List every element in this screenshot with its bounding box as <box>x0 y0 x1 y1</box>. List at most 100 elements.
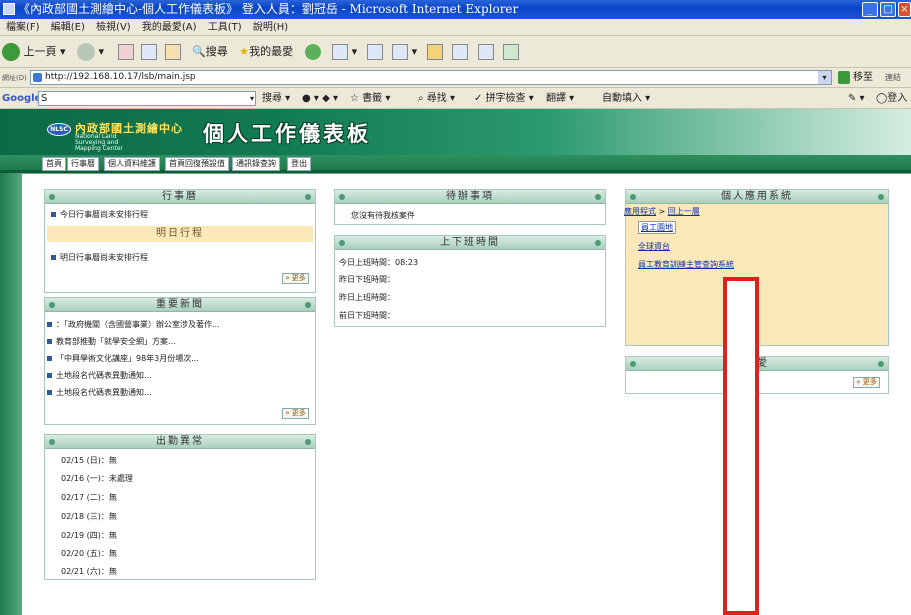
home-button[interactable] <box>164 36 181 68</box>
search-icon: 🔍 <box>192 45 206 58</box>
app-link-staff-garden[interactable]: 員工園地 <box>638 221 676 234</box>
minimize-button[interactable]: _ <box>862 2 878 17</box>
panel-collapse-icon[interactable] <box>49 302 55 308</box>
google-search-button[interactable]: 搜尋 ▾ <box>262 88 290 109</box>
mail-button[interactable]: ▾ <box>332 36 357 68</box>
site-banner: NLSC 內政部國土測繪中心 National Land Surveying a… <box>0 109 911 155</box>
panel-close-icon[interactable] <box>595 194 601 200</box>
breadcrumb-up-link[interactable]: 回上一層 <box>668 207 700 216</box>
maximize-button[interactable]: □ <box>880 2 896 17</box>
go-button[interactable]: 移至 <box>853 68 873 88</box>
panel-close-icon[interactable] <box>305 439 311 445</box>
favorites-button[interactable]: ★我的最愛 <box>239 36 293 68</box>
google-bookmarks-button[interactable]: ☆ 書籤 ▾ <box>350 88 390 109</box>
print-button[interactable] <box>366 36 383 68</box>
print-icon <box>366 44 383 60</box>
calendar-today-row: 今日行事曆尚未安排行程 <box>51 209 148 220</box>
menu-help[interactable]: 說明(H) <box>253 22 288 33</box>
calendar-tomorrow-row: 明日行事曆尚未安排行程 <box>51 252 148 263</box>
google-signin-button[interactable]: ◯登入 <box>876 88 907 109</box>
folder-button[interactable] <box>426 36 443 68</box>
nlsc-logo: NLSC <box>47 123 71 136</box>
window-title-bar: 《內政部國土測繪中心-個人工作儀表板》 登入人員：劉冠岳 - Microsoft… <box>0 0 911 19</box>
calendar-more-button[interactable]: » 更多 <box>282 273 309 284</box>
app-link-training[interactable]: 員工教育訓練主管查詢系統 <box>638 259 734 270</box>
nav-logout[interactable]: 登出 <box>287 157 311 171</box>
panel-close-icon[interactable] <box>595 240 601 246</box>
google-signin-label: 登入 <box>887 93 908 104</box>
google-translate-label: 翻譯 <box>546 93 566 104</box>
news-more-button[interactable]: » 更多 <box>282 408 309 419</box>
panel-close-icon[interactable] <box>305 194 311 200</box>
panel-collapse-icon[interactable] <box>630 361 636 367</box>
news-item[interactable]: ：「政府機關（含國營事業）辦公室涉及著作... <box>47 319 220 330</box>
forward-button[interactable]: ▾ <box>77 36 104 68</box>
menu-tools[interactable]: 工具(T) <box>208 22 242 33</box>
nav-reset-home[interactable]: 首頁回復預設值 <box>165 157 229 171</box>
breadcrumb-separator: > <box>658 207 666 216</box>
history-icon <box>304 44 321 60</box>
attendance-row: 02/17 (二)：無 <box>61 493 117 502</box>
news-item[interactable]: 「中興學術文化講座」98年3月份場次... <box>47 353 199 364</box>
research-icon <box>477 44 494 60</box>
messenger-button[interactable] <box>503 36 520 68</box>
go-arrow-icon[interactable] <box>838 71 850 84</box>
nav-home[interactable]: 首頁 <box>42 157 66 171</box>
search-button[interactable]: 🔍搜尋 <box>192 36 228 68</box>
google-search-input[interactable]: S ▾ <box>38 91 256 106</box>
google-autofill-button[interactable]: 自動填入 ▾ <box>602 88 650 109</box>
menu-view[interactable]: 檢視(V) <box>96 22 131 33</box>
google-logo[interactable]: Google <box>2 88 41 109</box>
menu-favorites[interactable]: 我的最愛(A) <box>142 22 197 33</box>
refresh-button[interactable] <box>141 36 158 68</box>
red-highlight-box <box>723 277 759 615</box>
refresh-icon <box>141 44 158 60</box>
google-spellcheck-button[interactable]: ✓ 拼字檢查 ▾ <box>474 88 534 109</box>
panel-collapse-icon[interactable] <box>49 194 55 200</box>
back-arrow-icon <box>2 43 20 61</box>
panel-close-icon[interactable] <box>305 302 311 308</box>
page-button[interactable] <box>452 36 469 68</box>
google-settings-icon[interactable]: ✎ ▾ <box>848 88 865 109</box>
worktime-row: 今日上班時間：08:23 <box>339 258 419 267</box>
worktime-header: 上下班時間 <box>335 236 605 250</box>
address-input[interactable]: http://192.168.10.17/lsb/main.jsp ▾ <box>30 70 832 85</box>
edit-button[interactable]: ▾ <box>392 36 417 68</box>
menu-edit[interactable]: 編輯(E) <box>51 22 85 33</box>
research-button[interactable] <box>477 36 494 68</box>
bullet-icon <box>47 356 52 361</box>
nav-profile[interactable]: 個人資料維護 <box>104 157 160 171</box>
menu-file[interactable]: 檔案(F) <box>6 22 40 33</box>
app-link-label: 員工園地 <box>641 223 673 232</box>
panel-collapse-icon[interactable] <box>49 439 55 445</box>
panel-close-icon[interactable] <box>878 194 884 200</box>
nav-calendar[interactable]: 行事曆 <box>67 157 99 171</box>
stop-button[interactable] <box>117 36 134 68</box>
attendance-panel: 出勤異常 02/15 (日)：無 02/16 (一)：未處理 02/17 (二)… <box>44 434 316 580</box>
panel-close-icon[interactable] <box>878 361 884 367</box>
star-icon: ★ <box>239 45 250 58</box>
google-search-dropdown-icon[interactable]: ▾ <box>250 92 254 105</box>
close-button[interactable]: × <box>898 2 911 17</box>
back-button[interactable]: 上一頁 ▾ <box>2 36 66 68</box>
breadcrumb-root-link[interactable]: 應用程式 <box>624 207 656 216</box>
more-label: 更多 <box>291 409 306 417</box>
history-button[interactable] <box>304 36 321 68</box>
app-link-global[interactable]: 全球資台 <box>638 241 670 252</box>
google-extra-button[interactable]: ● ▾ ◆ ▾ <box>302 88 338 109</box>
news-item[interactable]: 土地段名代碼表異動通知... <box>47 387 152 398</box>
nav-directory[interactable]: 通訊錄查詢 <box>232 157 280 171</box>
panel-collapse-icon[interactable] <box>339 194 345 200</box>
links-label[interactable]: 連結 <box>885 68 901 88</box>
news-item-text: 土地段名代碼表異動通知... <box>56 388 152 397</box>
panel-collapse-icon[interactable] <box>630 194 636 200</box>
bullet-icon <box>47 322 52 327</box>
google-find-button[interactable]: ⌕ 尋找 ▾ <box>418 88 455 109</box>
news-item[interactable]: 土地段名代碼表異動通知... <box>47 370 152 381</box>
favorites-more-button[interactable]: » 更多 <box>853 377 880 388</box>
panel-collapse-icon[interactable] <box>339 240 345 246</box>
google-translate-button[interactable]: 翻譯 ▾ <box>546 88 574 109</box>
news-item[interactable]: 教育部推動「就學安全網」方案... <box>47 336 176 347</box>
todo-header: 待辦事項 <box>335 190 605 204</box>
address-dropdown-icon[interactable]: ▾ <box>818 71 831 84</box>
